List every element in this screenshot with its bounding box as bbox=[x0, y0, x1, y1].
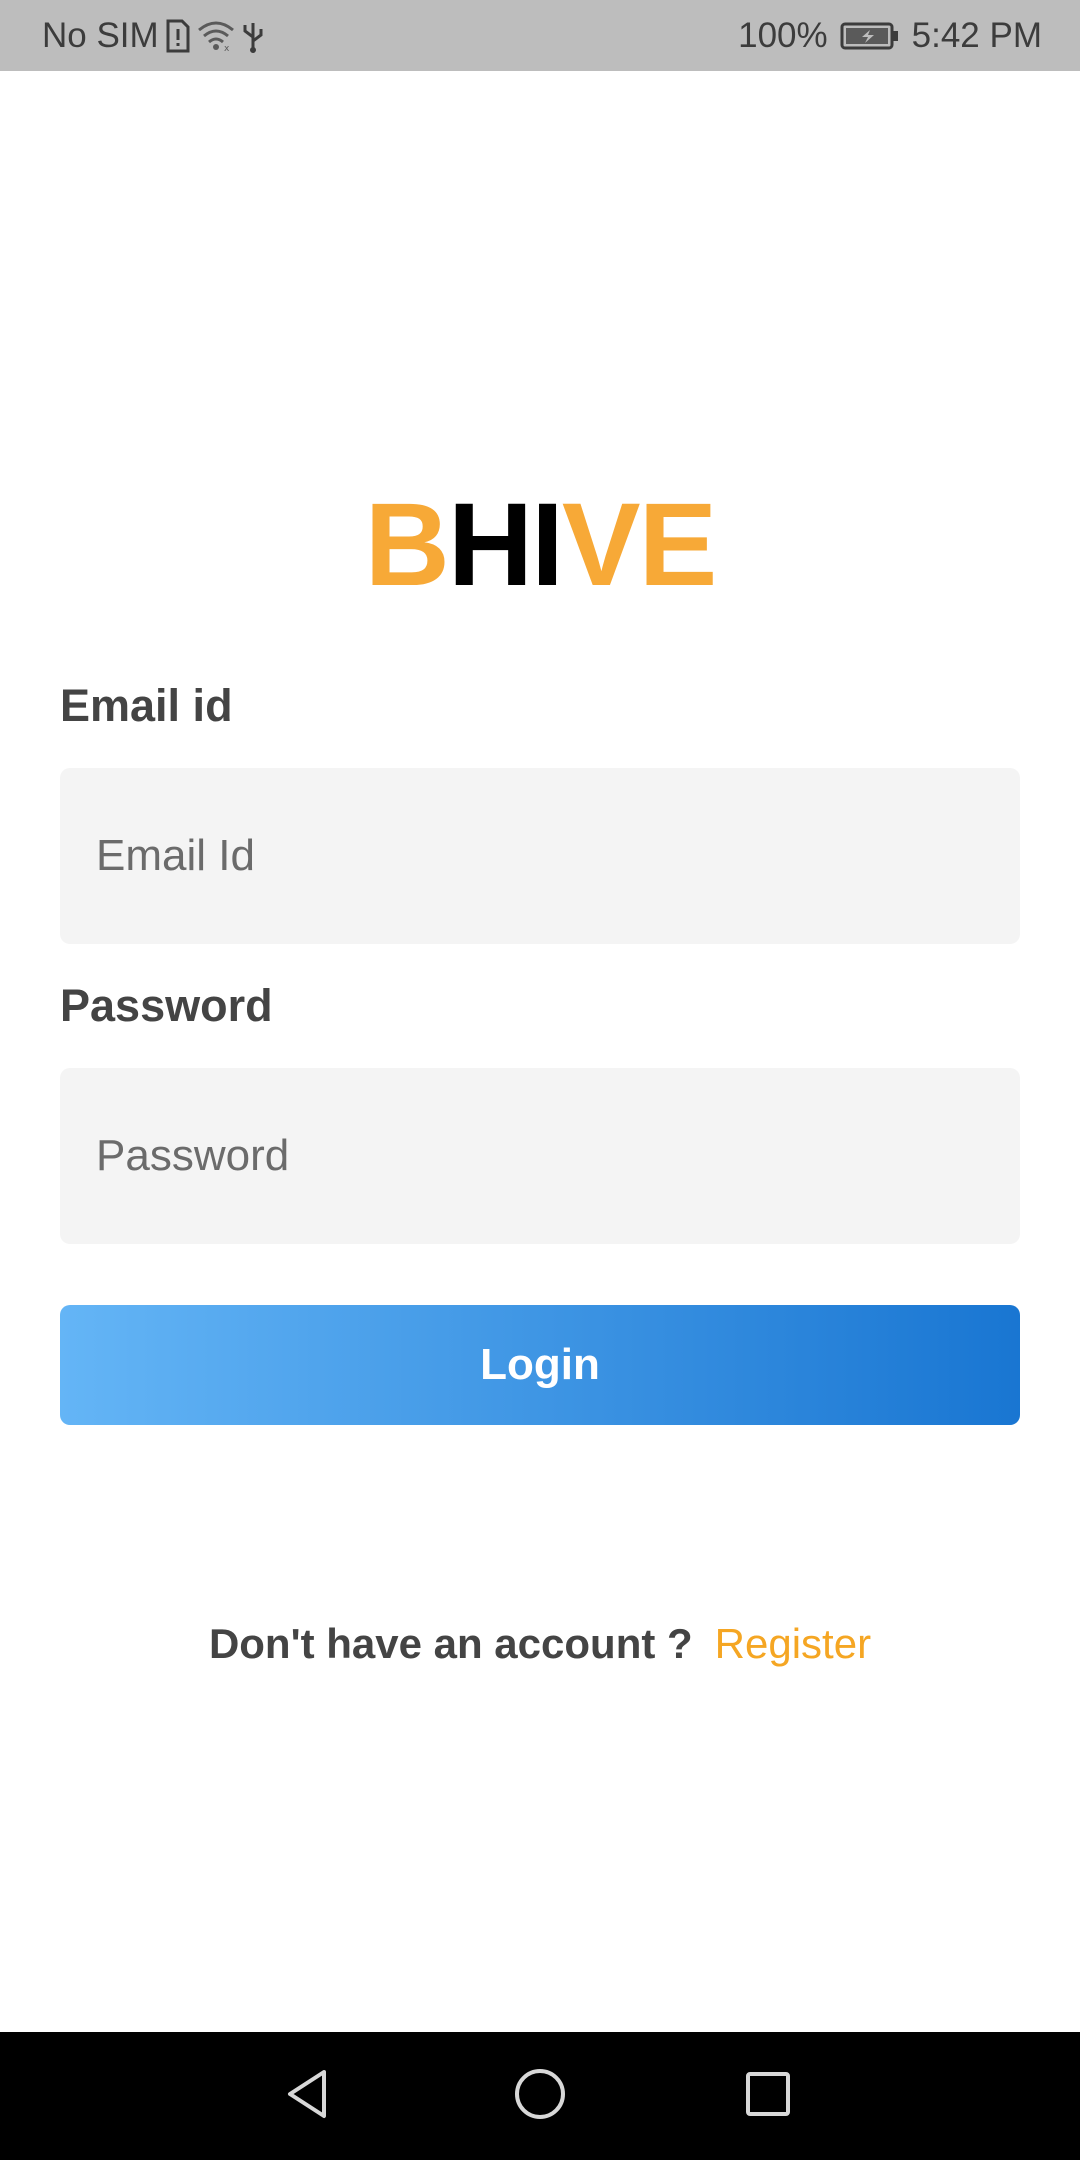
back-button[interactable] bbox=[248, 2032, 368, 2160]
recents-button[interactable] bbox=[708, 2032, 828, 2160]
home-icon bbox=[513, 2067, 567, 2126]
carrier-text: No SIM bbox=[42, 15, 159, 55]
register-prompt: Don't have an account ? bbox=[208, 1620, 693, 1667]
email-label: Email id bbox=[60, 680, 233, 731]
login-button-label: Login bbox=[480, 1340, 600, 1389]
logo-letter-h: H bbox=[447, 479, 533, 611]
login-button[interactable]: Login bbox=[60, 1305, 1020, 1425]
svg-text:x: x bbox=[224, 44, 230, 52]
recents-icon bbox=[744, 2070, 792, 2123]
email-input[interactable] bbox=[60, 768, 1020, 944]
usb-icon bbox=[241, 19, 265, 53]
battery-percent-text: 100% bbox=[738, 15, 828, 55]
password-field-container bbox=[60, 1068, 1020, 1244]
app-logo: BHIVE bbox=[0, 480, 1080, 610]
logo-letter-e: E bbox=[638, 479, 718, 611]
home-button[interactable] bbox=[480, 2032, 600, 2160]
status-bar: No SIM x 100% 5:42 PM bbox=[0, 0, 1080, 71]
navigation-bar bbox=[0, 2032, 1080, 2160]
wifi-icon: x bbox=[197, 20, 235, 52]
email-field-container bbox=[60, 768, 1020, 944]
logo-letter-v: V bbox=[561, 479, 641, 611]
logo-letter-i: I bbox=[531, 479, 564, 611]
clock-text: 5:42 PM bbox=[911, 15, 1042, 55]
sim-alert-icon bbox=[165, 19, 191, 53]
battery-charging-icon bbox=[840, 21, 900, 51]
register-link[interactable]: Register bbox=[715, 1620, 871, 1667]
password-input[interactable] bbox=[60, 1068, 1020, 1244]
logo-letter-b: B bbox=[364, 479, 450, 611]
password-label: Password bbox=[60, 980, 273, 1031]
back-icon bbox=[284, 2068, 332, 2125]
login-screen: No SIM x 100% 5:42 PM BHIVE Email id Ema… bbox=[0, 0, 1080, 2160]
register-row: Don't have an account ? Register bbox=[0, 1620, 1080, 1668]
